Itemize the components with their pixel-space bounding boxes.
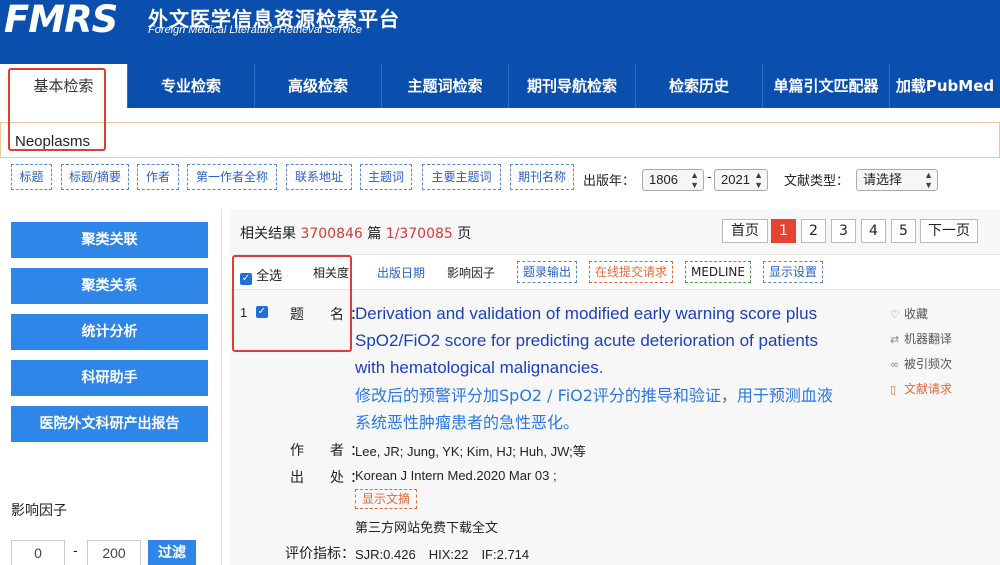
year-from-select[interactable]: 1806 ▲ ▼ <box>642 169 704 191</box>
field-major-mesh[interactable]: 主要主题词 <box>422 164 501 190</box>
page-unit: 页 <box>457 226 472 242</box>
impact-min-input[interactable]: 0 <box>11 540 65 565</box>
field-title[interactable]: 标题 <box>11 164 52 190</box>
heart-icon: ♡ <box>890 308 900 321</box>
next-page-button[interactable]: 下一页 <box>920 219 978 243</box>
show-abstract-button[interactable]: 显示文摘 <box>355 489 418 509</box>
filter-button[interactable]: 过滤 <box>148 540 196 565</box>
brand-name-en: Foreign Medical Literature Retrieval Ser… <box>148 24 362 36</box>
select-arrows-icon: ▲ ▼ <box>690 170 699 190</box>
research-assistant-button[interactable]: 科研助手 <box>11 360 208 396</box>
search-input[interactable] <box>15 131 915 151</box>
page-3-button[interactable]: 3 <box>831 219 856 243</box>
tab-search-history[interactable]: 检索历史 <box>635 64 762 108</box>
export-button[interactable]: 题录输出 <box>517 261 578 283</box>
year-to-value: 2021 <box>721 172 750 187</box>
record-metrics: SJR:0.426 HIX:22 IF:2.714 <box>355 547 530 562</box>
year-to-select[interactable]: 2021 ▲ ▼ <box>714 169 768 191</box>
highlight-box <box>8 68 106 151</box>
free-download-link[interactable]: 第三方网站免费下载全文 <box>355 517 498 536</box>
swap-icon: ⇄ <box>890 333 900 346</box>
cited-count-action[interactable]: ∞ 被引频次 <box>890 355 952 372</box>
field-address[interactable]: 联系地址 <box>286 164 352 190</box>
result-count: 3700846 <box>300 226 363 242</box>
sort-date[interactable]: 出版日期 <box>377 264 425 281</box>
record-title-cn[interactable]: 修改后的预警评分加SpO2 / FiO2评分的推导和验证，用于预测血液系统恶性肿… <box>355 382 845 436</box>
doc-type-select[interactable]: 请选择 ▲ ▼ <box>856 169 938 191</box>
select-arrows-icon: ▲ ▼ <box>754 170 763 190</box>
record-authors: Lee, JR; Jung, YK; Kim, HJ; Huh, JW;等 <box>355 444 586 459</box>
impact-max-input[interactable]: 200 <box>87 540 141 565</box>
page-info: 1/370085 <box>385 226 453 242</box>
cluster-association-button[interactable]: 聚类关联 <box>11 222 208 258</box>
result-unit: 篇 <box>367 226 382 242</box>
link-icon: ∞ <box>890 358 900 371</box>
year-separator: - <box>707 170 712 185</box>
result-summary: 相关结果 3700846 篇 1/370085 页 <box>240 223 471 243</box>
field-journal-name[interactable]: 期刊名称 <box>510 164 574 190</box>
medline-button[interactable]: MEDLINE <box>685 261 751 283</box>
pub-year-label: 出版年： <box>583 174 636 189</box>
tab-citation-matcher[interactable]: 单篇引文匹配器 <box>762 64 889 108</box>
field-title-abstract[interactable]: 标题/摘要 <box>61 164 129 190</box>
year-from-value: 1806 <box>649 172 678 187</box>
sort-impact[interactable]: 影响因子 <box>447 264 495 281</box>
field-mesh[interactable]: 主题词 <box>360 164 412 190</box>
fmrs-logo[interactable]: FMRS <box>4 0 118 40</box>
submit-request-button[interactable]: 在线提交请求 <box>589 261 674 283</box>
impact-factor-label: 影响因子 <box>11 503 67 519</box>
document-request-label: 文献请求 <box>904 382 953 396</box>
document-icon: ▯ <box>890 383 897 396</box>
search-bar <box>0 122 1000 158</box>
display-settings-button[interactable]: 显示设置 <box>763 261 824 283</box>
record-title-en[interactable]: Derivation and validation of modified ea… <box>355 300 835 381</box>
field-author[interactable]: 作者 <box>137 164 179 190</box>
tab-advanced-search[interactable]: 高级检索 <box>254 64 381 108</box>
document-request-action[interactable]: ▯ 文献请求 <box>890 380 952 397</box>
tab-load-pubmed[interactable]: 加载PubMed <box>889 64 1000 108</box>
tab-journal-navigation[interactable]: 期刊导航检索 <box>508 64 635 108</box>
doc-type-label: 文献类型： <box>784 174 850 189</box>
tab-professional-search[interactable]: 专业检索 <box>127 64 254 108</box>
favorite-label: 收藏 <box>904 307 929 321</box>
record-source: Korean J Intern Med.2020 Mar 03 ; <box>355 468 557 483</box>
impact-separator: - <box>73 544 78 559</box>
cited-count-label: 被引频次 <box>904 357 953 371</box>
metrics-label: 评价指标： <box>285 546 355 562</box>
page-5-button[interactable]: 5 <box>891 219 916 243</box>
hospital-report-button[interactable]: 医院外文科研产出报告 <box>11 406 208 442</box>
page-2-button[interactable]: 2 <box>801 219 826 243</box>
first-page-button[interactable]: 首页 <box>722 219 768 243</box>
statistics-button[interactable]: 统计分析 <box>11 314 208 350</box>
sidebar: 聚类关联 聚类关系 统计分析 科研助手 医院外文科研产出报告 影响因子 0 - … <box>0 209 222 565</box>
cluster-relation-button[interactable]: 聚类关系 <box>11 268 208 304</box>
select-arrows-icon: ▲ ▼ <box>924 170 933 190</box>
translate-label: 机器翻译 <box>904 332 953 346</box>
result-prefix: 相关结果 <box>240 226 296 242</box>
site-header: FMRS 外文医学信息资源检索平台 Foreign Medical Litera… <box>0 0 1000 64</box>
doc-type-value: 请选择 <box>863 172 903 187</box>
tab-mesh-search[interactable]: 主题词检索 <box>381 64 508 108</box>
main-nav: 基本检索 专业检索 高级检索 主题词检索 期刊导航检索 检索历史 单篇引文匹配器… <box>0 64 1000 108</box>
page-1-button[interactable]: 1 <box>771 219 796 243</box>
page-4-button[interactable]: 4 <box>861 219 886 243</box>
favorite-action[interactable]: ♡ 收藏 <box>890 305 928 322</box>
translate-action[interactable]: ⇄ 机器翻译 <box>890 330 952 347</box>
highlight-box <box>232 255 352 352</box>
field-first-author[interactable]: 第一作者全称 <box>187 164 277 190</box>
